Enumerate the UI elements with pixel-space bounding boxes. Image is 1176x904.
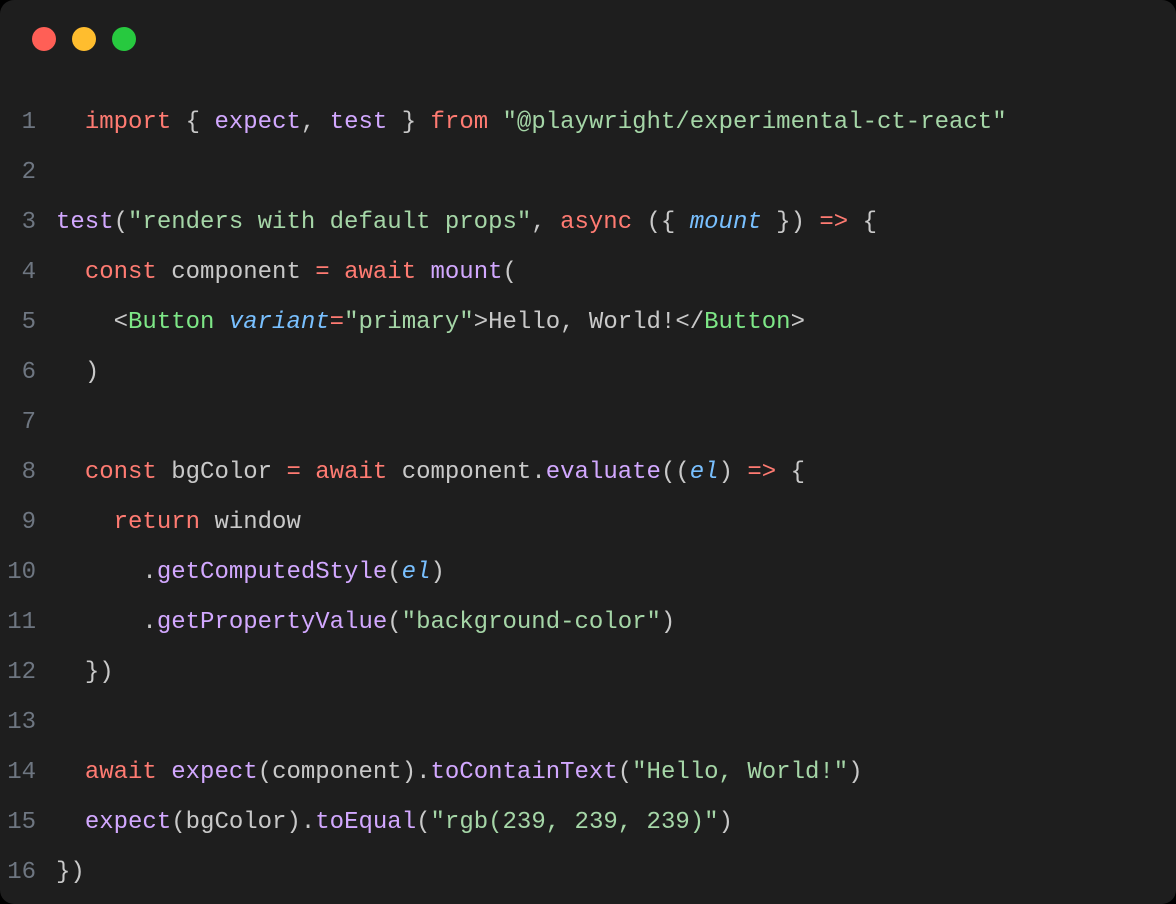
line-number: 3 <box>0 198 56 248</box>
code-content: import { expect, test } from "@playwrigh… <box>56 98 1007 148</box>
code-line: 13 <box>0 698 1176 748</box>
code-content: test("renders with default props", async… <box>56 198 877 248</box>
code-content: return window <box>56 498 301 548</box>
code-line: 3 test("renders with default props", asy… <box>0 198 1176 248</box>
code-line: 5 <Button variant="primary">Hello, World… <box>0 298 1176 348</box>
code-line: 16 }) <box>0 848 1176 898</box>
code-line: 4 const component = await mount( <box>0 248 1176 298</box>
line-number: 7 <box>0 398 56 448</box>
code-content: }) <box>56 648 114 698</box>
code-content: expect(bgColor).toEqual("rgb(239, 239, 2… <box>56 798 733 848</box>
code-content: .getPropertyValue("background-color") <box>56 598 675 648</box>
code-line: 10 .getComputedStyle(el) <box>0 548 1176 598</box>
line-number: 1 <box>0 98 56 148</box>
line-number: 9 <box>0 498 56 548</box>
code-line: 12 }) <box>0 648 1176 698</box>
code-content: await expect(component).toContainText("H… <box>56 748 863 798</box>
code-line: 1 import { expect, test } from "@playwri… <box>0 98 1176 148</box>
code-content: <Button variant="primary">Hello, World!<… <box>56 298 805 348</box>
code-content: ) <box>56 348 99 398</box>
titlebar <box>0 0 1176 78</box>
maximize-icon[interactable] <box>112 27 136 51</box>
code-line: 6 ) <box>0 348 1176 398</box>
line-number: 4 <box>0 248 56 298</box>
line-number: 10 <box>0 548 56 598</box>
line-number: 5 <box>0 298 56 348</box>
code-content: const bgColor = await component.evaluate… <box>56 448 805 498</box>
minimize-icon[interactable] <box>72 27 96 51</box>
code-editor[interactable]: 1 import { expect, test } from "@playwri… <box>0 78 1176 898</box>
line-number: 8 <box>0 448 56 498</box>
line-number: 12 <box>0 648 56 698</box>
code-line: 15 expect(bgColor).toEqual("rgb(239, 239… <box>0 798 1176 848</box>
code-line: 8 const bgColor = await component.evalua… <box>0 448 1176 498</box>
code-content: }) <box>56 848 85 898</box>
line-number: 14 <box>0 748 56 798</box>
line-number: 2 <box>0 148 56 198</box>
code-content: const component = await mount( <box>56 248 517 298</box>
code-line: 7 <box>0 398 1176 448</box>
close-icon[interactable] <box>32 27 56 51</box>
line-number: 11 <box>0 598 56 648</box>
code-line: 14 await expect(component).toContainText… <box>0 748 1176 798</box>
code-line: 9 return window <box>0 498 1176 548</box>
code-line: 11 .getPropertyValue("background-color") <box>0 598 1176 648</box>
line-number: 6 <box>0 348 56 398</box>
code-line: 2 <box>0 148 1176 198</box>
line-number: 13 <box>0 698 56 748</box>
line-number: 15 <box>0 798 56 848</box>
code-window: 1 import { expect, test } from "@playwri… <box>0 0 1176 904</box>
code-content: .getComputedStyle(el) <box>56 548 445 598</box>
line-number: 16 <box>0 848 56 898</box>
